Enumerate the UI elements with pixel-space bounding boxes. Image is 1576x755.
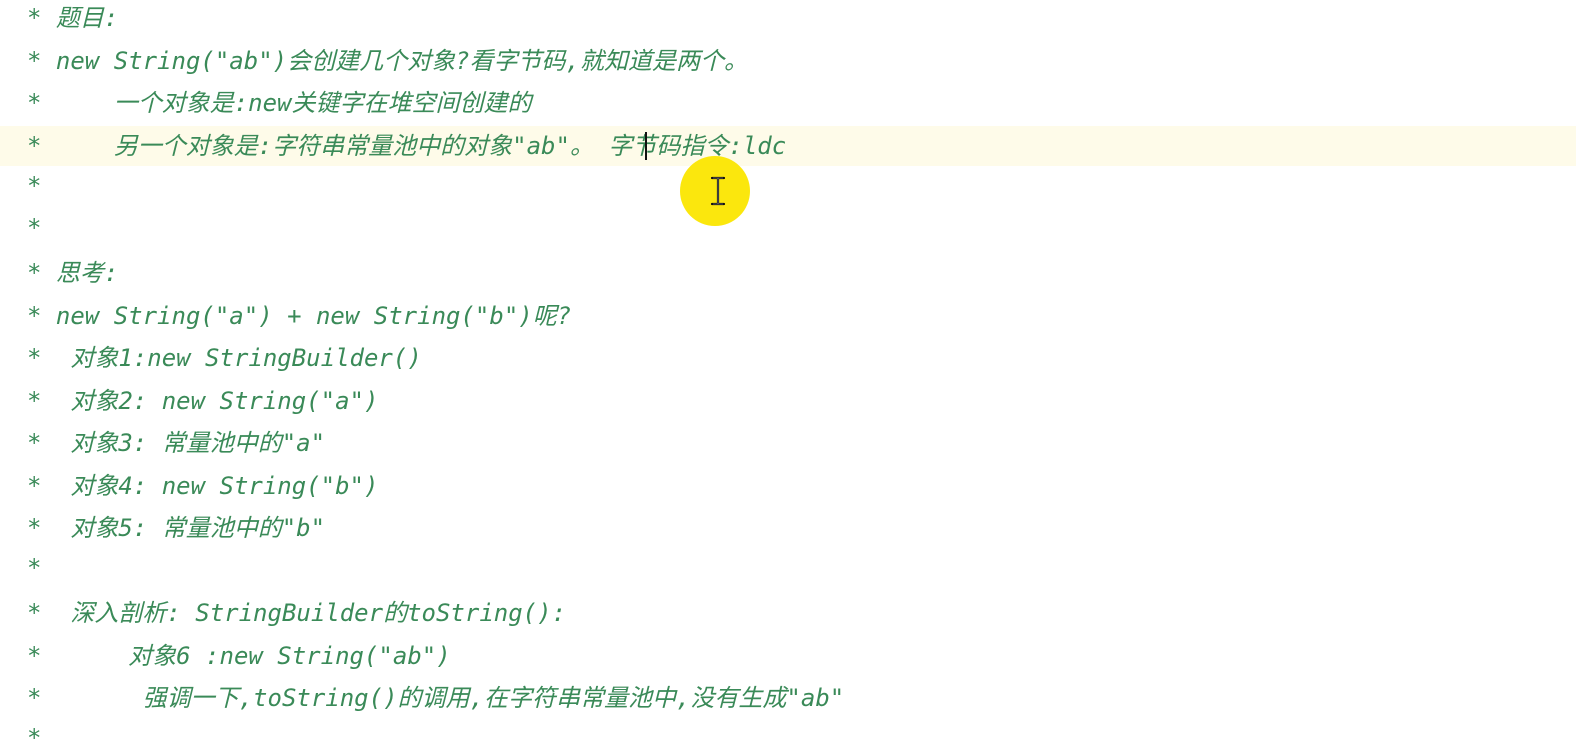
code-line[interactable]: * new String("ab")会创建几个对象?看字节码,就知道是两个。 xyxy=(0,41,1576,81)
code-line[interactable]: * 深入剖析: StringBuilder的toString(): xyxy=(0,593,1576,633)
code-line[interactable]: * xyxy=(0,718,1576,755)
code-line-text: * 一个对象是:new关键字在堆空间创建的 xyxy=(27,89,532,117)
code-line[interactable]: * 对象4: new String("b") xyxy=(0,466,1576,506)
code-line-text: * 深入剖析: StringBuilder的toString(): xyxy=(27,599,567,627)
code-line[interactable]: * 对象1:new StringBuilder() xyxy=(0,338,1576,378)
code-line-text: * 对象5: 常量池中的"b" xyxy=(27,514,326,542)
code-line[interactable]: * 对象6 :new String("ab") xyxy=(0,636,1576,676)
code-line-text: * xyxy=(27,214,42,242)
code-line-text: * 另一个对象是:字符串常量池中的对象"ab"。 字节码指令:ldc xyxy=(27,132,787,160)
code-line-text: * 强调一下,toString()的调用,在字符串常量池中,没有生成"ab" xyxy=(27,684,845,712)
code-line[interactable]: * 对象3: 常量池中的"a" xyxy=(0,423,1576,463)
code-line[interactable]: * 一个对象是:new关键字在堆空间创建的 xyxy=(0,83,1576,123)
code-line-text: * xyxy=(27,172,42,200)
code-line-text: * 对象1:new StringBuilder() xyxy=(27,344,422,372)
code-editor[interactable]: * 题目: * new String("ab")会创建几个对象?看字节码,就知道… xyxy=(0,0,1576,755)
code-line-text: * 对象2: new String("a") xyxy=(27,387,379,415)
code-line[interactable]: * xyxy=(0,208,1576,248)
code-line-text: * 对象6 :new String("ab") xyxy=(27,642,451,670)
code-line-text: * xyxy=(27,724,42,752)
code-line[interactable]: * 对象2: new String("a") xyxy=(0,381,1576,421)
code-line[interactable]: * new String("a") + new String("b")呢? xyxy=(0,296,1576,336)
code-line[interactable]: * 题目: xyxy=(0,0,1576,38)
code-line[interactable]: * 思考: xyxy=(0,253,1576,293)
code-line-current[interactable]: * 另一个对象是:字符串常量池中的对象"ab"。 字节码指令:ldc xyxy=(0,126,1576,166)
text-caret xyxy=(645,132,647,160)
code-line[interactable]: * xyxy=(0,548,1576,588)
code-line-text: * 思考: xyxy=(27,259,119,287)
code-line-text: * new String("a") + new String("b")呢? xyxy=(27,302,572,330)
code-line[interactable]: * xyxy=(0,166,1576,206)
code-line-text: * 对象4: new String("b") xyxy=(27,472,379,500)
code-line-text: * 对象3: 常量池中的"a" xyxy=(27,429,326,457)
code-line-text: * xyxy=(27,554,42,582)
code-line[interactable]: * 对象5: 常量池中的"b" xyxy=(0,508,1576,548)
i-beam-cursor-icon xyxy=(710,176,726,206)
code-line-text: * 题目: xyxy=(27,4,119,32)
code-line-text: * new String("ab")会创建几个对象?看字节码,就知道是两个。 xyxy=(27,47,748,75)
code-line[interactable]: * 强调一下,toString()的调用,在字符串常量池中,没有生成"ab" xyxy=(0,678,1576,718)
